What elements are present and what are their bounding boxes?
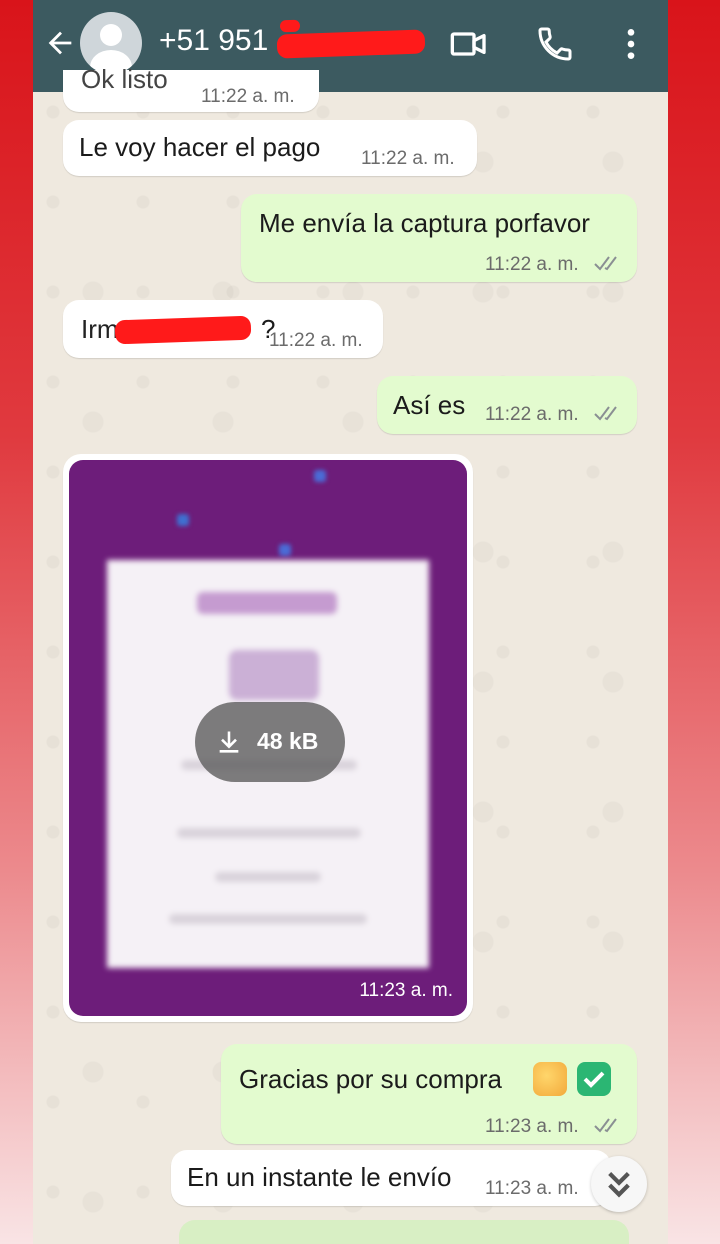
arrow-left-icon[interactable]: [43, 26, 77, 60]
receipt-title-blur: [197, 592, 337, 614]
message-time: 11:22 a. m.: [485, 254, 579, 275]
image-message[interactable]: 48 kB 11:23 a. m.: [63, 454, 473, 1022]
incoming-message[interactable]: Ok listo 11:22 a. m.: [63, 64, 319, 112]
message-text: Así es: [393, 390, 466, 420]
receipt-line: [215, 872, 321, 882]
redaction-mark: [276, 29, 426, 59]
check-mark-button-emoji: [577, 1062, 611, 1096]
outgoing-message[interactable]: Gracias por su compra 11:23 a. m.: [221, 1044, 637, 1144]
confetti-shape: [279, 544, 291, 556]
message-text: Gracias por su compra: [239, 1064, 502, 1094]
double-check-icon: [594, 1118, 617, 1133]
message-time: 11:22 a. m.: [201, 86, 295, 107]
double-check-icon: [594, 406, 617, 421]
redaction-mark: [114, 315, 252, 345]
message-time: 11:23 a. m.: [485, 1116, 579, 1137]
message-time: 11:22 a. m.: [361, 148, 455, 169]
outgoing-message-partial[interactable]: [179, 1220, 629, 1244]
blurred-payment-image[interactable]: 48 kB 11:23 a. m.: [69, 460, 467, 1016]
download-button[interactable]: 48 kB: [195, 702, 345, 782]
incoming-message[interactable]: Irma ? 11:22 a. m.: [63, 300, 383, 358]
message-time: 11:23 a. m.: [359, 980, 453, 1001]
receipt-line: [169, 914, 367, 924]
download-size: 48 kB: [257, 728, 319, 754]
more-vertical-icon[interactable]: [611, 24, 651, 64]
redaction-mark: [279, 19, 301, 33]
contact-number[interactable]: +51 951: [159, 24, 268, 58]
double-check-icon: [594, 256, 617, 271]
message-text: Ok listo: [81, 64, 168, 94]
handshake-emoji: [533, 1062, 567, 1096]
receipt-line: [177, 828, 361, 838]
message-time: 11:22 a. m.: [485, 404, 579, 425]
message-text: Me envía la captura porfavor: [259, 208, 590, 238]
outgoing-message[interactable]: Así es 11:22 a. m.: [377, 376, 637, 434]
avatar-head-shape: [100, 24, 122, 46]
video-camera-icon[interactable]: [449, 24, 489, 64]
outgoing-message[interactable]: Me envía la captura porfavor 11:22 a. m.: [241, 194, 637, 282]
phone-icon[interactable]: [535, 24, 575, 64]
message-text: Le voy hacer el pago: [79, 132, 321, 162]
double-chevron-down-icon: [608, 1172, 630, 1198]
confetti-shape: [177, 514, 189, 526]
message-text: En un instante le envío: [187, 1162, 452, 1192]
incoming-message[interactable]: Le voy hacer el pago 11:22 a. m.: [63, 120, 477, 176]
phone-screen: +51 951 Ok listo 11:22 a. m. Le voy hace…: [33, 0, 668, 1244]
incoming-message[interactable]: En un instante le envío 11:23 a. m.: [171, 1150, 611, 1206]
download-icon: [219, 731, 239, 753]
message-time: 11:23 a. m.: [485, 1178, 579, 1199]
scroll-to-bottom-button[interactable]: [591, 1156, 647, 1212]
check-mark-icon: [583, 1071, 605, 1088]
message-time: 11:22 a. m.: [269, 330, 363, 351]
receipt-amount-blur: [229, 650, 319, 700]
confetti-shape: [314, 470, 326, 482]
